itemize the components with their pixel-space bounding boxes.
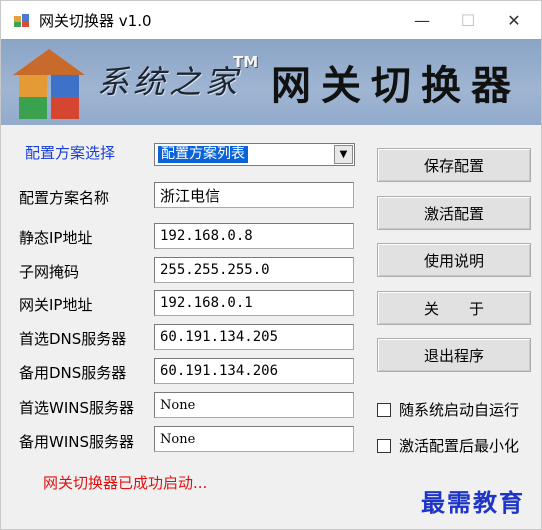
exit-button[interactable]: 退出程序 [377,338,531,372]
static-ip-input[interactable]: 192.168.0.8 [154,223,354,249]
autostart-option[interactable]: 随系统启动自运行 [377,399,519,420]
minimize-after-checkbox[interactable] [377,438,391,453]
maximize-button: ☐ [445,1,491,39]
primary-wins-label: 首选WINS服务器 [19,399,134,417]
activate-config-button[interactable]: 激活配置 [377,196,531,230]
window-title: 网关切换器 v1.0 [39,12,152,30]
scheme-select-label: 配置方案选择 [25,144,116,162]
autostart-label[interactable]: 随系统启动自运行 [399,399,519,420]
subnet-mask-label: 子网掩码 [19,263,80,281]
secondary-wins-input[interactable]: None [154,426,354,452]
help-button[interactable]: 使用说明 [377,243,531,277]
static-ip-label: 静态IP地址 [19,229,93,247]
app-window: 网关切换器 v1.0 — ☐ ✕ 系统之家 TM 网关切换器 配置方案选择 配置… [0,0,542,530]
header-banner: 系统之家 TM 网关切换器 [1,39,541,125]
scheme-name-label: 配置方案名称 [19,189,110,207]
save-config-button[interactable]: 保存配置 [377,148,531,182]
scheme-select-value: 配置方案列表 [158,146,248,163]
secondary-dns-input[interactable]: 60.191.134.206 [154,358,354,384]
secondary-dns-label: 备用DNS服务器 [19,364,127,382]
close-button[interactable]: ✕ [491,1,537,39]
maximize-icon: ☐ [460,10,476,30]
gateway-ip-label: 网关IP地址 [19,296,93,314]
app-icon [14,14,29,27]
primary-dns-label: 首选DNS服务器 [19,330,127,348]
gateway-ip-input[interactable]: 192.168.0.1 [154,290,354,316]
minimize-button[interactable]: — [399,1,445,39]
primary-wins-input[interactable]: None [154,392,354,418]
banner-title: 网关切换器 [271,62,521,109]
banner-brand-text: 系统之家 [97,63,242,101]
minimize-icon: — [414,10,430,30]
minimize-after-label[interactable]: 激活配置后最小化 [399,435,519,456]
primary-dns-input[interactable]: 60.191.134.205 [154,324,354,350]
autostart-checkbox[interactable] [377,402,391,417]
subnet-mask-input[interactable]: 255.255.255.0 [154,257,354,283]
banner-trademark: TM [233,53,259,71]
house-logo-icon [13,49,85,119]
close-icon: ✕ [507,10,521,30]
title-bar[interactable]: 网关切换器 v1.0 — ☐ ✕ [1,1,541,39]
scheme-name-input[interactable]: 浙江电信 [154,182,354,208]
minimize-after-option[interactable]: 激活配置后最小化 [377,435,519,456]
dropdown-arrow-icon[interactable]: ▼ [334,145,353,164]
watermark-text: 最需教育 [421,488,525,517]
about-button[interactable]: 关 于 [377,291,531,325]
scheme-select[interactable]: 配置方案列表 ▼ [154,143,355,166]
status-message: 网关切换器已成功启动... [43,474,208,492]
secondary-wins-label: 备用WINS服务器 [19,433,134,451]
